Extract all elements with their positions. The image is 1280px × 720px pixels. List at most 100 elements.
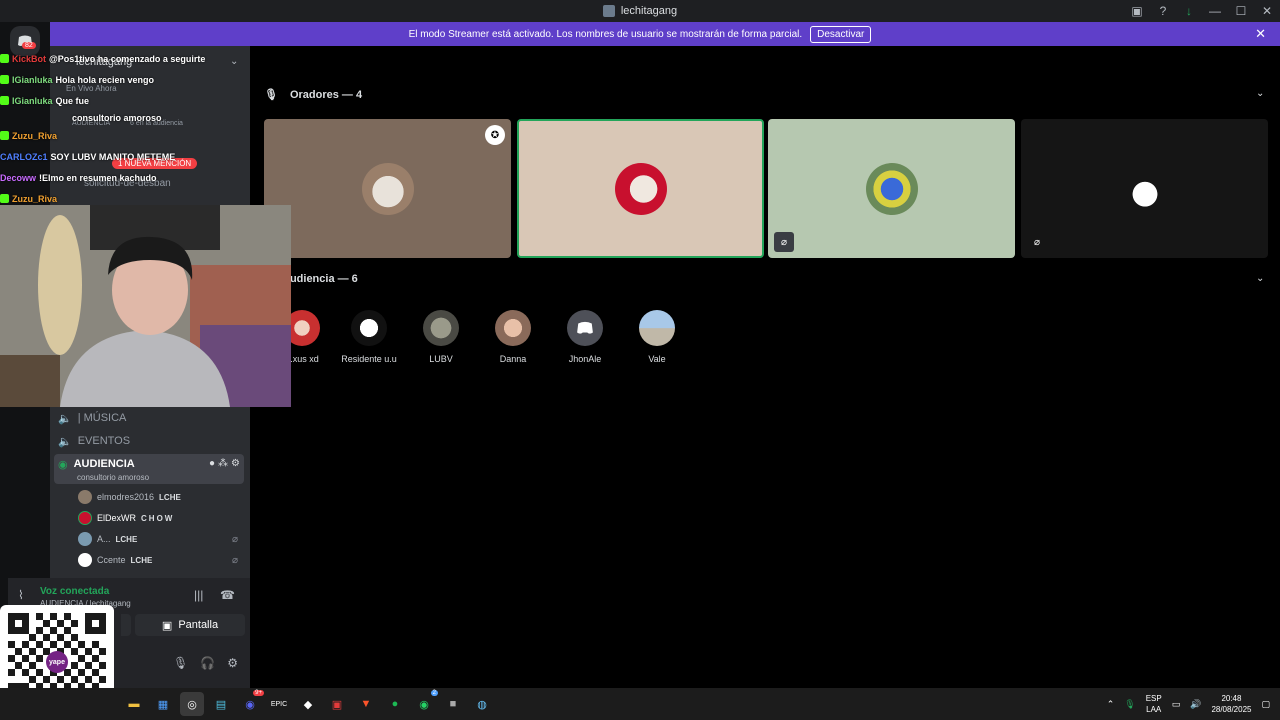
spotify-icon[interactable]: ●: [383, 692, 407, 716]
maximize-button[interactable]: ☐: [1228, 0, 1254, 22]
avatar: [78, 511, 92, 525]
volume-icon[interactable]: 🔊: [1190, 699, 1201, 710]
chevron-down-icon[interactable]: ⌄: [1256, 88, 1264, 99]
mic-off-icon: ⌀: [231, 554, 238, 566]
voice-user-name: Ccente: [97, 555, 126, 565]
time: 20:48: [1221, 694, 1242, 703]
screen-share-icon: ▣: [161, 619, 173, 632]
webcam-overlay: [0, 205, 291, 407]
chevron-down-icon[interactable]: ⌄: [1256, 273, 1264, 284]
download-icon[interactable]: ↓: [1176, 0, 1202, 22]
channel-musica[interactable]: 🔈 | MÚSICA: [54, 408, 244, 428]
window-title: lechitagang: [602, 5, 677, 17]
chrome-icon[interactable]: ◎: [180, 692, 204, 716]
chat-user: Zuzu_Riva: [12, 193, 58, 204]
microphone-icon[interactable]: 🎙: [1124, 699, 1135, 710]
clock[interactable]: 20:48 28/08/2025: [1211, 693, 1251, 715]
voice-user[interactable]: ElDexWR CHOW: [78, 509, 238, 527]
disconnect-icon[interactable]: ☎: [220, 588, 235, 602]
mic-off-icon: ⌀: [1033, 236, 1041, 248]
voice-user[interactable]: A... LCHE ⌀: [78, 530, 238, 548]
roblox-icon[interactable]: ◆: [296, 692, 320, 716]
language-indicator[interactable]: ESP LAA: [1146, 693, 1162, 715]
chat-message: KickBot @Pos1tivo ha comenzado a seguirt…: [0, 48, 240, 69]
help-icon[interactable]: ?: [1150, 0, 1176, 22]
speakers-title: Oradores — 4: [289, 88, 363, 101]
camera-button[interactable]: [121, 614, 131, 636]
chat-icon[interactable]: ●: [209, 458, 215, 469]
chat-user: Decoww: [0, 172, 37, 183]
moderator-icon: ✪: [485, 125, 505, 145]
badge-icon: [0, 75, 9, 84]
date: 28/08/2025: [1211, 705, 1252, 714]
discord-default-avatar-icon: [567, 310, 603, 346]
avatar: [351, 310, 387, 346]
mic-off-icon: ⌀: [231, 533, 238, 545]
yape-logo: yape: [46, 651, 68, 673]
speaker-tile[interactable]: ⌀: [768, 119, 1015, 258]
speaker-tile[interactable]: ✪: [264, 119, 511, 258]
user-tag: LCHE: [115, 534, 138, 544]
chevron-up-icon[interactable]: ⌃: [1107, 699, 1115, 710]
network-icon[interactable]: ▭: [1172, 699, 1181, 710]
chat-user: CARLOZc1: [0, 151, 48, 162]
signal-icon[interactable]: ⌇: [18, 588, 24, 602]
audience-name: Danna: [499, 354, 527, 364]
epic-games-icon[interactable]: EPIC: [267, 692, 291, 716]
speaker-tile[interactable]: ⌀: [1021, 119, 1268, 258]
gear-icon[interactable]: ⚙: [231, 458, 240, 469]
voice-status[interactable]: Voz conectada: [40, 586, 109, 597]
store-icon[interactable]: ▦: [151, 692, 175, 716]
audience-member[interactable]: Residente u.u: [339, 310, 399, 364]
speaker-icon: 🔈: [58, 412, 72, 425]
deactivate-button[interactable]: Desactivar: [810, 25, 872, 43]
microphone-icon: 🎙: [264, 89, 278, 101]
audience-member[interactable]: Vale: [627, 310, 687, 364]
voice-user[interactable]: Ccente LCHE ⌀: [78, 551, 238, 569]
chat-user: IGianluka: [12, 74, 53, 85]
chat-text: SOY LUBV MANITO METEME: [50, 151, 176, 162]
inbox-icon[interactable]: ▣: [1124, 0, 1150, 22]
channel-subtitle: consultorio amoroso: [77, 473, 150, 482]
noise-suppression-icon[interactable]: |||: [194, 588, 203, 602]
app-icon[interactable]: ▤: [209, 692, 233, 716]
whatsapp-icon[interactable]: ◉ 2: [412, 690, 438, 716]
audience-member[interactable]: Danna: [483, 310, 543, 364]
speakers-header[interactable]: 🎙 Oradores — 4: [264, 88, 363, 102]
chat-message: IGianluka Que fue: [0, 90, 240, 111]
microphone-icon[interactable]: 🎙: [173, 656, 188, 670]
avatar: [639, 310, 675, 346]
brave-icon[interactable]: ▼: [354, 692, 378, 716]
audience-member[interactable]: LUBV: [411, 310, 471, 364]
obs-icon[interactable]: ▣: [325, 692, 349, 716]
audience-member[interactable]: JhonAle: [555, 310, 615, 364]
screen-share-button[interactable]: ▣ Pantalla: [135, 614, 245, 636]
banner-close-icon[interactable]: ✕: [1255, 26, 1266, 42]
gear-icon[interactable]: ⚙: [227, 656, 238, 670]
speaker-tile[interactable]: [517, 119, 764, 258]
chat-message: consultorio amoroso: [0, 111, 240, 125]
webcam-feed: [0, 205, 291, 407]
app-icon[interactable]: ■: [441, 692, 465, 716]
avatar: [495, 310, 531, 346]
banner-message: El modo Streamer está activado. Los nomb…: [408, 28, 803, 40]
audience-header[interactable]: Audiencia — 6: [282, 273, 358, 285]
headphones-icon[interactable]: 🎧: [200, 656, 215, 670]
stage-icon: ◉: [58, 459, 68, 471]
avatar: [865, 162, 918, 215]
notifications-icon[interactable]: ▢: [1261, 699, 1270, 710]
close-button[interactable]: ✕: [1254, 0, 1280, 22]
server-icon: [602, 5, 615, 17]
invite-icon[interactable]: ⁂: [218, 458, 228, 469]
user-tag: LCHE: [130, 555, 153, 565]
chat-user: Zuzu_Riva: [12, 130, 58, 141]
voice-user[interactable]: elmodres2016 LCHE: [78, 488, 238, 506]
file-explorer-icon[interactable]: ▬: [122, 692, 146, 716]
discord-badge: 9+: [253, 690, 264, 696]
channel-eventos[interactable]: 🔈 EVENTOS: [54, 431, 244, 451]
minimize-button[interactable]: —: [1202, 0, 1228, 22]
steam-icon[interactable]: ◍: [470, 692, 494, 716]
discord-icon[interactable]: ◉ 9+: [238, 690, 264, 716]
audience-title: Audiencia — 6: [282, 273, 358, 285]
chat-user: IGianluka: [12, 95, 53, 106]
